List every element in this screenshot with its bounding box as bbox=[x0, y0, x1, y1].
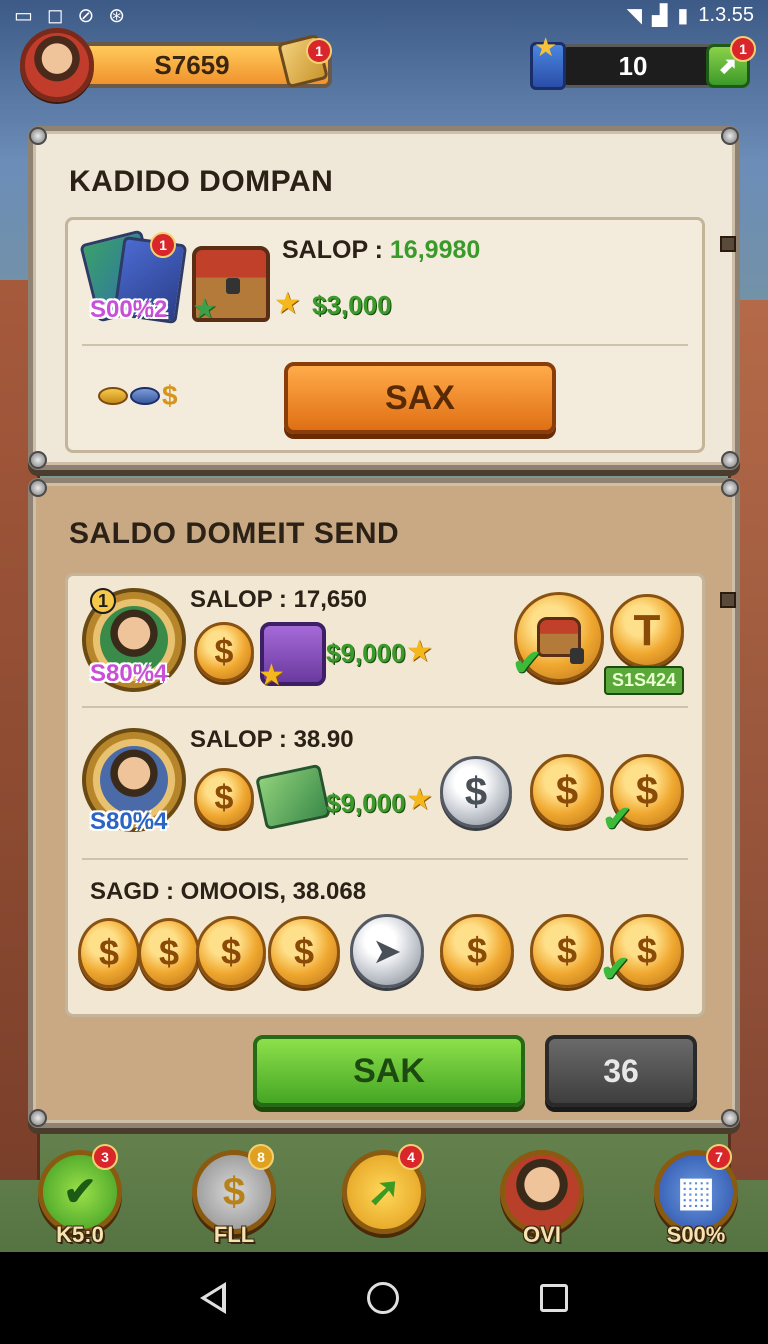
recent-apps-icon[interactable] bbox=[539, 1284, 568, 1312]
check-icon: ✔ bbox=[602, 798, 633, 839]
coin-pile-icon: $ bbox=[98, 380, 178, 412]
player-avatar[interactable] bbox=[20, 28, 94, 102]
star-icon: ★ bbox=[258, 659, 285, 692]
wifi-icon: ◥ bbox=[626, 4, 642, 27]
panel-title: SALDO DOMEIT SEND bbox=[69, 517, 400, 550]
row2-salop: SALOP : 38.90 bbox=[190, 726, 354, 753]
status-right-icons: ◥ ▟ ▮ 1.3.55 bbox=[627, 3, 754, 28]
nav-badge: 8 bbox=[248, 1144, 274, 1170]
gold-coin[interactable]: $ bbox=[530, 914, 604, 988]
nav-label: S00% bbox=[666, 1222, 726, 1247]
status-bar: ▭ ◻ ⊘ ⊛ ◥ ▟ ▮ 1.3.55 bbox=[0, 0, 768, 30]
instagram-icon: ◻ bbox=[46, 4, 64, 27]
nav-button-fll[interactable]: $ 8 FLL bbox=[186, 1144, 282, 1247]
salop-label: SALOP : bbox=[282, 236, 383, 264]
gems-notification-badge: 1 bbox=[730, 36, 756, 62]
divider bbox=[82, 858, 688, 860]
gold-coin[interactable]: $ bbox=[138, 918, 200, 988]
big-gold-coin: T bbox=[610, 594, 684, 668]
nav-button-k5[interactable]: ✔ 3 K5:0 bbox=[32, 1144, 128, 1247]
money-notification-badge: 1 bbox=[306, 38, 332, 64]
bolt-decoration bbox=[721, 451, 739, 469]
signal-icon: ▟ bbox=[651, 4, 668, 27]
gem-hud[interactable]: 10 ★ ⬈ 1 bbox=[530, 32, 756, 96]
bolt-decoration bbox=[721, 127, 739, 145]
reward-amount: $3,000 bbox=[312, 290, 392, 320]
star-icon: ★ bbox=[274, 287, 301, 320]
count-button[interactable]: 36 bbox=[545, 1035, 697, 1107]
silver-arrow-coin[interactable]: ➤ bbox=[350, 914, 424, 988]
accessibility-icon: ⊛ bbox=[108, 4, 126, 27]
row1-percent: S80%4 bbox=[90, 660, 168, 687]
no-alarm-icon: ⊘ bbox=[77, 4, 95, 27]
gold-coin: $ bbox=[194, 768, 254, 828]
gold-coin[interactable]: $ bbox=[196, 916, 266, 988]
card-pack-badge: 1 bbox=[150, 232, 176, 258]
row3-saged: SAGD : OMOOIS, 38.068 bbox=[90, 878, 367, 905]
nav-badge: 7 bbox=[706, 1144, 732, 1170]
offer-panel: KADIDO DOMPAN 1 S00%2 ★ SALOP : 16,9980 … bbox=[28, 126, 740, 470]
nav-label: K5:0 bbox=[56, 1222, 104, 1247]
card-pack-percent: S00%2 bbox=[90, 296, 168, 323]
gold-coin[interactable]: $ bbox=[78, 918, 140, 988]
info-marker bbox=[720, 236, 736, 252]
nav-button-center[interactable]: ➚ 4 bbox=[336, 1144, 432, 1244]
dollar-sign: $ bbox=[162, 380, 178, 411]
silver-coin[interactable]: $ bbox=[440, 756, 512, 828]
star-icon: ★ bbox=[192, 293, 218, 324]
image-icon: ▭ bbox=[14, 4, 33, 27]
offer-card: 1 S00%2 ★ SALOP : 16,9980 ★ $3,000 $ SAX bbox=[65, 217, 736, 453]
salop-value: 16,9980 bbox=[389, 236, 481, 264]
nav-button-s00[interactable]: ▦ 7 S00% bbox=[648, 1144, 744, 1247]
badge-portrait bbox=[100, 746, 168, 814]
coin bbox=[98, 387, 128, 405]
nav-badge: 4 bbox=[398, 1144, 424, 1170]
cash-bills-icon bbox=[255, 763, 331, 831]
balance-list: 1 S80%4 SALOP : 17,650 $ ★ $9,000 ★ ✔ T … bbox=[65, 573, 736, 1017]
check-icon: ✔ bbox=[600, 948, 631, 989]
gold-coin[interactable]: $ bbox=[268, 916, 340, 988]
sax-button[interactable]: SAX bbox=[284, 362, 556, 434]
gold-coin: $ bbox=[194, 622, 254, 682]
panel-title: KADIDO DOMPAN bbox=[69, 165, 334, 198]
info-marker bbox=[720, 592, 736, 608]
nav-badge: 3 bbox=[92, 1144, 118, 1170]
nav-label: OVI bbox=[523, 1222, 561, 1247]
nav-label: FLL bbox=[213, 1222, 255, 1247]
status-left-icons: ▭ ◻ ⊘ ⊛ bbox=[14, 3, 125, 28]
row2-percent: S80%4 bbox=[90, 808, 168, 835]
bolt-decoration bbox=[29, 127, 47, 145]
price-tag: S1S424 bbox=[604, 666, 685, 695]
bolt-decoration bbox=[29, 1109, 47, 1127]
divider bbox=[82, 344, 688, 346]
star-icon: ★ bbox=[534, 32, 558, 62]
money-hud[interactable]: S7659 1 bbox=[20, 28, 332, 102]
coin bbox=[130, 387, 160, 405]
balance-panel: SALDO DOMEIT SEND 1 S80%4 SALOP : 17,650… bbox=[28, 478, 740, 1128]
level-tag: 1 bbox=[90, 588, 116, 614]
gold-coin[interactable]: $ bbox=[440, 914, 514, 988]
star-icon: ★ bbox=[406, 635, 433, 668]
system-navigation-bar bbox=[0, 1252, 768, 1344]
battery-icon: ▮ bbox=[677, 4, 689, 27]
row1-salop: SALOP : 17,650 bbox=[190, 586, 367, 613]
bolt-decoration bbox=[29, 479, 47, 497]
clock-time: 1.3.55 bbox=[698, 3, 754, 26]
divider bbox=[82, 706, 688, 708]
sak-button[interactable]: SAK bbox=[253, 1035, 525, 1107]
bolt-decoration bbox=[29, 451, 47, 469]
star-icon: ★ bbox=[406, 783, 433, 816]
bolt-decoration bbox=[721, 479, 739, 497]
back-icon[interactable] bbox=[200, 1282, 227, 1314]
bottom-navigation: ✔ 3 K5:0 $ 8 FLL ➚ 4 OVI ▦ 7 S00% bbox=[0, 1140, 768, 1252]
row2-reward: $9,000 bbox=[326, 788, 406, 818]
gold-coin[interactable]: $ bbox=[530, 754, 604, 828]
home-icon[interactable] bbox=[366, 1282, 399, 1314]
bolt-decoration bbox=[721, 1109, 739, 1127]
row1-reward: $9,000 bbox=[326, 638, 406, 668]
nav-button-ovi[interactable]: OVI bbox=[494, 1148, 590, 1247]
check-icon: ✔ bbox=[512, 642, 543, 683]
salop-line: SALOP : 16,9980 bbox=[282, 236, 480, 265]
